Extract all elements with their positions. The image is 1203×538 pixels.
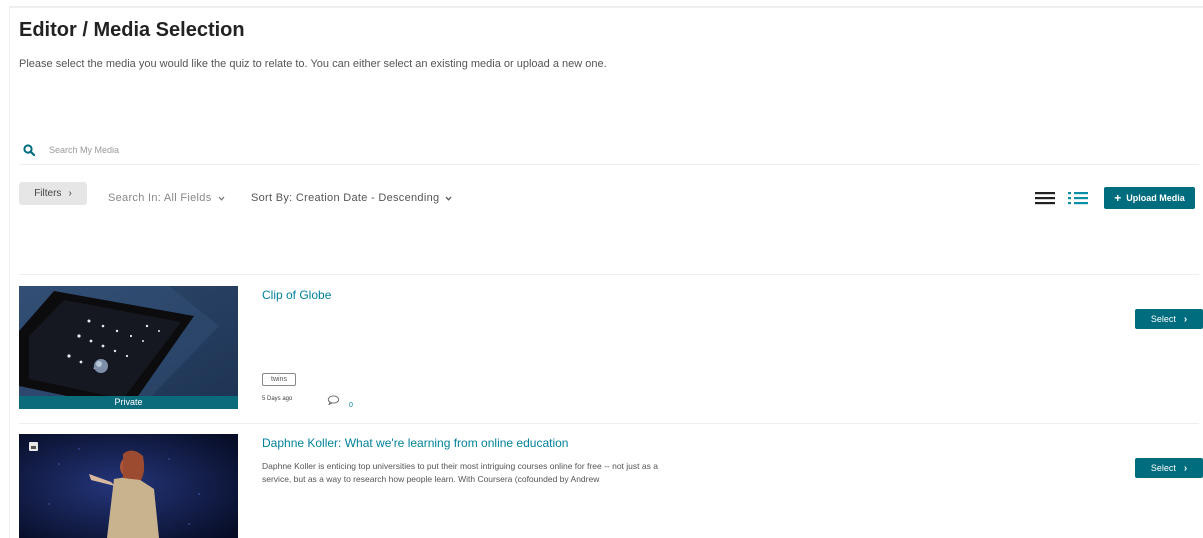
media-description: Daphne Koller is enticing top universiti…	[262, 461, 658, 484]
divider	[19, 423, 1199, 424]
search-bar	[19, 140, 1199, 165]
detailed-list-view-icon[interactable]	[1067, 190, 1089, 206]
sort-by-label: Sort By: Creation Date - Descending	[251, 192, 440, 204]
select-button[interactable]: Select ›	[1135, 458, 1203, 478]
comment-icon[interactable]	[327, 395, 340, 405]
search-in-dropdown[interactable]: Search In: All Fields	[108, 192, 225, 204]
media-thumbnail[interactable]: Private	[19, 286, 238, 409]
tag-chip[interactable]: twins	[262, 373, 296, 386]
thumbnail-image	[19, 434, 238, 538]
chevron-right-icon: ›	[1183, 462, 1188, 474]
chevron-right-icon: ›	[68, 188, 72, 199]
select-label: Select	[1150, 463, 1176, 473]
divider	[19, 274, 1199, 275]
filters-label: Filters	[34, 188, 62, 199]
privacy-badge: Private	[19, 396, 238, 409]
sort-by-dropdown[interactable]: Sort By: Creation Date - Descending	[251, 192, 452, 204]
select-button[interactable]: Select ›	[1135, 309, 1203, 329]
filters-button[interactable]: Filters ›	[19, 182, 87, 205]
search-input[interactable]	[49, 141, 449, 159]
search-icon[interactable]	[23, 144, 35, 156]
list-view-icon[interactable]	[1034, 190, 1056, 206]
search-in-label: Search In: All Fields	[108, 192, 212, 204]
select-label: Select	[1150, 314, 1176, 324]
page-title: Editor / Media Selection	[19, 19, 245, 41]
media-date: 5 Days ago	[262, 396, 293, 402]
media-row: Daphne Koller: What we're learning from …	[19, 434, 1203, 538]
page-subtitle: Please select the media you would like t…	[19, 58, 607, 70]
media-thumbnail[interactable]	[19, 434, 238, 538]
media-row: Private Clip of Globe twins 5 Days ago 0…	[19, 286, 1203, 410]
plus-icon: +	[1114, 191, 1122, 205]
media-title-link[interactable]: Clip of Globe	[262, 288, 331, 302]
top-border	[9, 6, 1203, 8]
upload-media-label: Upload Media	[1126, 193, 1185, 203]
chevron-down-icon	[218, 196, 225, 201]
chevron-down-icon	[445, 196, 452, 201]
comment-count: 0	[349, 402, 353, 409]
thumbnail-image	[19, 286, 238, 409]
left-border	[9, 6, 10, 538]
upload-media-button[interactable]: + Upload Media	[1104, 187, 1195, 209]
media-title-link[interactable]: Daphne Koller: What we're learning from …	[262, 436, 568, 450]
chevron-right-icon: ›	[1183, 313, 1188, 325]
